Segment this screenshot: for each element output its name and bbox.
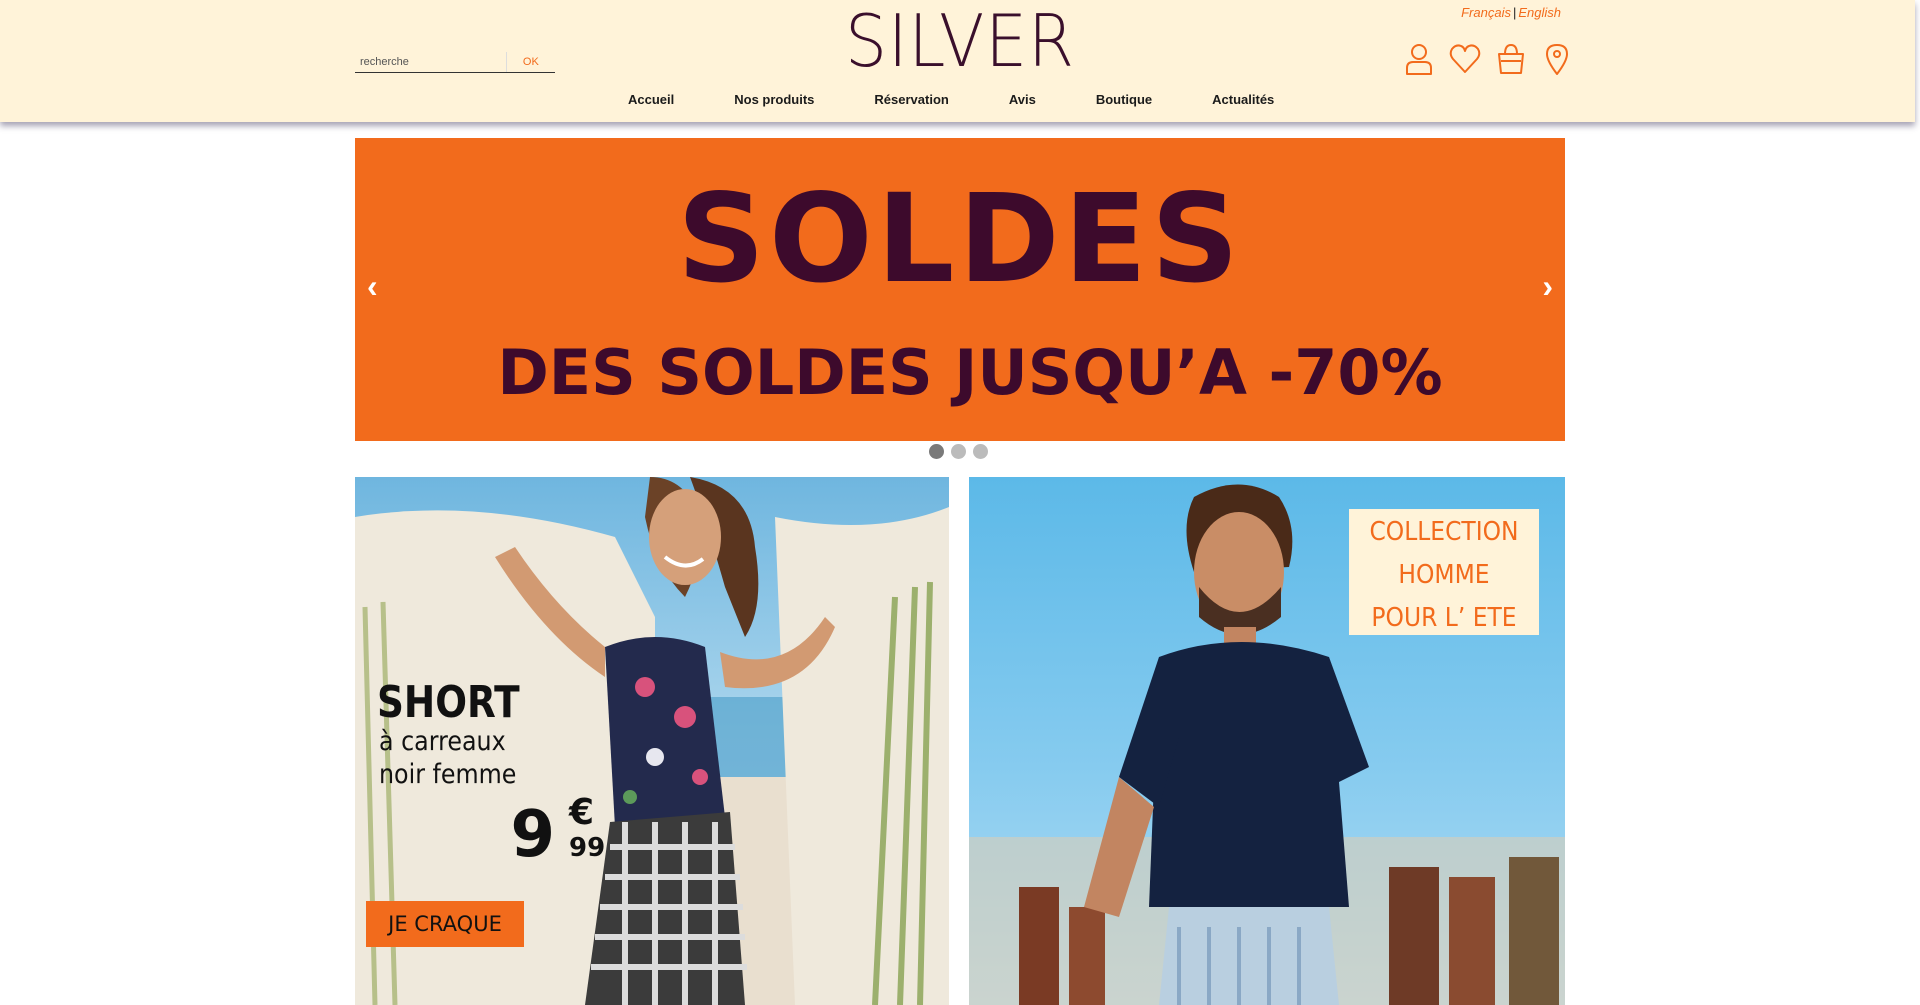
nav-item-avis[interactable]: Avis: [1009, 92, 1036, 107]
collection-line1: COLLECTION: [1369, 517, 1519, 547]
nav-item-reservation[interactable]: Réservation: [874, 92, 948, 107]
price-cents: 99: [569, 833, 606, 863]
hero-title: SOLDES: [677, 168, 1243, 310]
promo-card-collection-homme[interactable]: COLLECTION HOMME POUR L’ ETE: [969, 477, 1565, 1005]
nav-item-actualites[interactable]: Actualités: [1212, 92, 1274, 107]
nav-item-boutique[interactable]: Boutique: [1096, 92, 1152, 107]
lang-french-link[interactable]: Français: [1461, 5, 1511, 20]
slider-next-icon[interactable]: ›: [1542, 266, 1553, 306]
price-integer: 9: [510, 798, 555, 872]
slider-dots: [929, 444, 988, 459]
slider-dot-2[interactable]: [951, 444, 966, 459]
basket-icon[interactable]: [1495, 42, 1527, 76]
promo-price: 9 € 99: [455, 795, 607, 875]
hero-subtitle: DES SOLDES JUSQU’A -70%: [497, 336, 1443, 409]
lang-english-link[interactable]: English: [1518, 5, 1561, 20]
promo-subtitle: à carreaux noir femme: [379, 725, 537, 791]
promo-card-short[interactable]: SHORT à carreaux noir femme 9 € 99 JE CR…: [355, 477, 949, 1005]
hero-slider[interactable]: SOLDES DES SOLDES JUSQU’A -70% ‹ ›: [355, 138, 1565, 441]
user-icon[interactable]: [1403, 42, 1435, 76]
collection-homme-label: COLLECTION HOMME POUR L’ ETE: [1349, 509, 1539, 635]
header-icons: [1403, 42, 1573, 76]
promo-subtitle-line1: à carreaux: [379, 726, 506, 757]
site-logo[interactable]: SILVER: [845, 0, 1074, 83]
slider-dot-3[interactable]: [973, 444, 988, 459]
price-currency: €: [569, 792, 595, 833]
collection-line3: POUR L’ ETE: [1371, 603, 1517, 633]
promo-subtitle-line2: noir femme: [379, 759, 517, 790]
heart-icon[interactable]: [1449, 42, 1481, 76]
site-header: Français|English SILVER OK Accueil Nos p…: [0, 0, 1915, 122]
location-pin-icon[interactable]: [1541, 42, 1573, 76]
promo-title: SHORT: [377, 677, 520, 728]
collection-line2: HOMME: [1398, 560, 1490, 590]
search-input[interactable]: [355, 52, 506, 72]
search-submit-button[interactable]: OK: [505, 52, 555, 72]
nav-item-accueil[interactable]: Accueil: [628, 92, 674, 107]
search-form: OK: [355, 52, 555, 73]
language-switcher: Français | English: [1461, 5, 1561, 20]
slider-dot-1[interactable]: [929, 444, 944, 459]
nav-item-nos-produits[interactable]: Nos produits: [734, 92, 814, 107]
je-craque-button[interactable]: JE CRAQUE: [366, 901, 524, 947]
main-nav: Accueil Nos produits Réservation Avis Bo…: [600, 92, 1274, 107]
slider-prev-icon[interactable]: ‹: [367, 266, 378, 306]
